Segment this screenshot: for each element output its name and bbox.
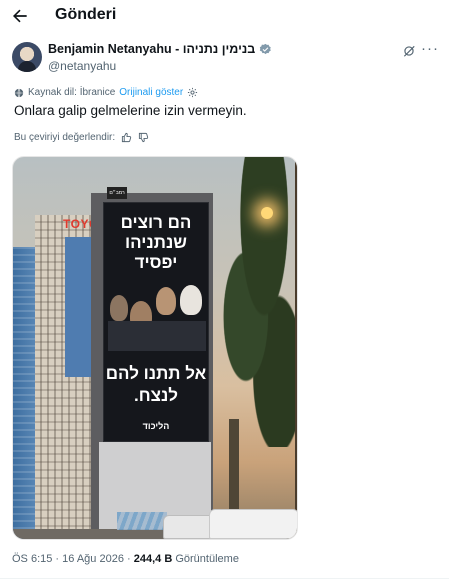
billboard-logo: הליכוד	[142, 421, 170, 431]
tweet-date[interactable]: 16 Ağu 2026	[62, 553, 124, 565]
translation-info: Kaynak dil: İbranice Orijinali göster	[14, 87, 198, 98]
campaign-billboard: הם רוצים שנתניהו יפסיד אל תתנו להם לנצח.…	[103, 202, 209, 442]
tweet-photo[interactable]: TOYO רמב״ם הם רוצים שנתניהו יפסיד אל תתנ…	[12, 156, 298, 540]
verified-badge-icon	[260, 43, 272, 54]
meta-separator: ·	[55, 553, 60, 565]
translation-rating: Bu çeviriyi değerlendir:	[14, 132, 149, 143]
tree	[209, 157, 297, 447]
tweet-text: Onlara galip gelmelerine izin vermeyin.	[14, 103, 247, 118]
author-name-row[interactable]: Benjamin Netanyahu - בנימין נתניהו	[48, 42, 272, 56]
arrow-left-icon[interactable]	[10, 6, 30, 26]
grok-icon[interactable]	[402, 44, 416, 58]
source-language-label: Kaynak dil: İbranice	[28, 87, 116, 98]
author-handle[interactable]: @netanyahu	[48, 59, 116, 73]
tweet-meta: ÖS 6:15 · 16 Ağu 2026 · 244,4 B Görüntül…	[12, 553, 239, 565]
billboard-headline: הם רוצים שנתניהו יפסיד	[120, 213, 192, 272]
blue-facade	[65, 237, 93, 377]
street-lamp	[261, 207, 273, 219]
globe-icon	[14, 88, 24, 97]
billboard-slogan: אל תתנו להם לנצח.	[105, 364, 207, 405]
tweet-time[interactable]: ÖS 6:15	[12, 553, 52, 565]
divider	[0, 578, 449, 579]
thumbs-up-icon[interactable]	[121, 132, 132, 143]
gear-icon[interactable]	[187, 87, 198, 98]
tree-trunk	[295, 157, 297, 539]
tower-sign: רמב״ם	[107, 187, 127, 199]
billboard-portraits	[108, 281, 206, 351]
show-original-link[interactable]: Orijinali göster	[119, 87, 183, 98]
page-title: Gönderi	[55, 6, 117, 23]
views-count: 244,4 B	[133, 553, 173, 565]
rating-prompt: Bu çeviriyi değerlendir:	[14, 132, 116, 143]
graffiti-wall	[117, 512, 167, 530]
top-bar: Gönderi	[0, 0, 449, 32]
meta-separator: ·	[127, 553, 131, 565]
more-options-icon[interactable]: ···	[421, 40, 439, 57]
avatar[interactable]	[12, 42, 42, 72]
author-display-name[interactable]: Benjamin Netanyahu - בנימין נתניהו	[48, 42, 255, 56]
thumbs-down-icon[interactable]	[138, 132, 149, 143]
white-van	[209, 509, 297, 539]
views-label: Görüntüleme	[175, 553, 239, 565]
